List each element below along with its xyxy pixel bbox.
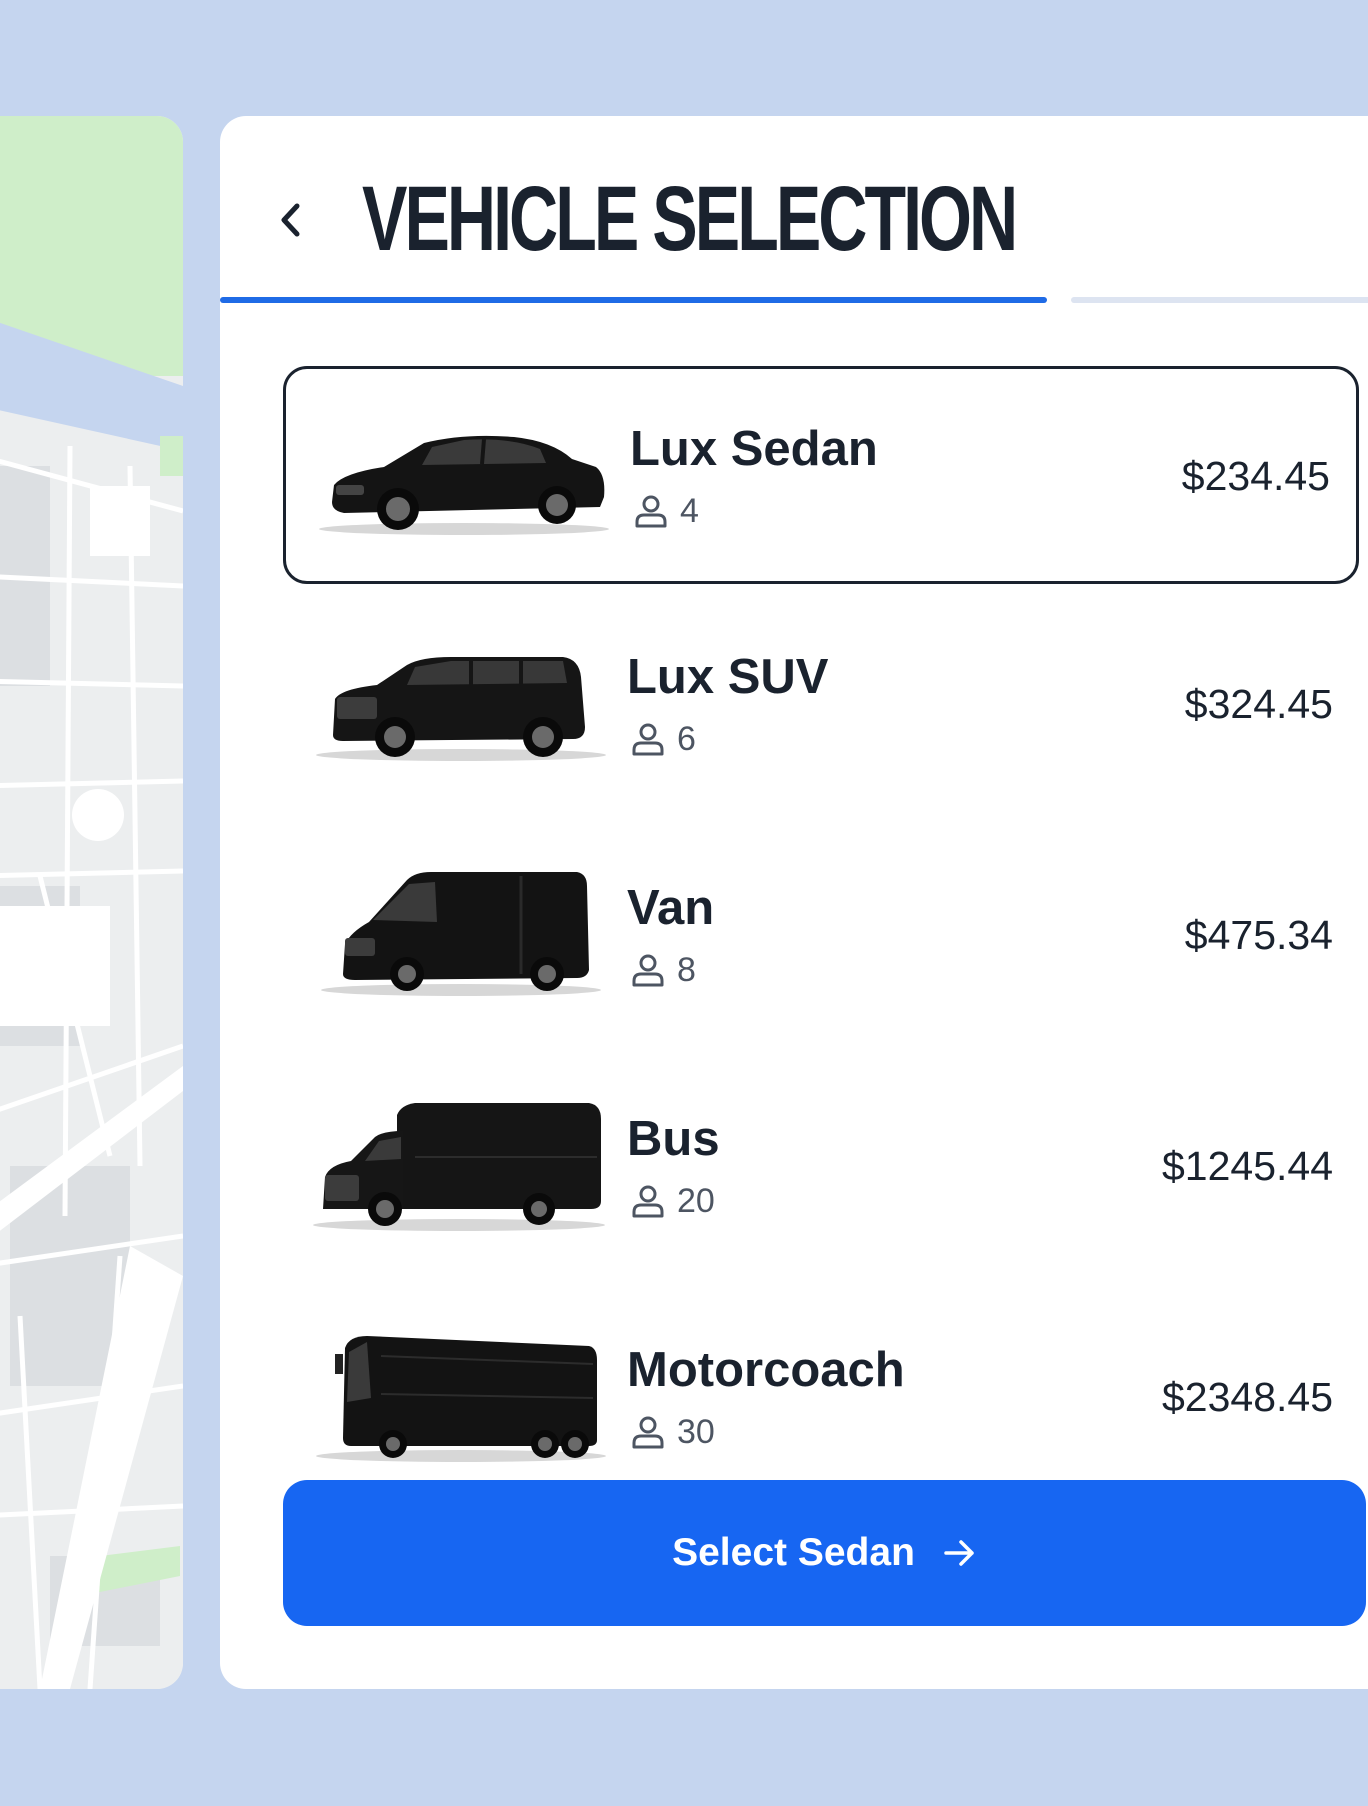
vehicle-price: $234.45 bbox=[1181, 453, 1330, 499]
motorcoach-image bbox=[316, 1336, 606, 1462]
vehicle-name: Van bbox=[627, 881, 715, 935]
progress-step-remaining bbox=[1071, 297, 1368, 303]
back-button[interactable] bbox=[270, 192, 310, 248]
passenger-capacity: 6 bbox=[631, 719, 696, 759]
page-title: VEHICLE SELECTION bbox=[362, 168, 1018, 270]
passenger-capacity: 4 bbox=[634, 491, 699, 531]
progress-step-active bbox=[220, 297, 1047, 303]
person-icon bbox=[632, 1185, 664, 1218]
chevron-left-icon bbox=[281, 203, 300, 237]
passenger-capacity: 30 bbox=[631, 1412, 715, 1452]
vehicle-name: Bus bbox=[627, 1112, 720, 1166]
capacity-count: 30 bbox=[677, 1412, 715, 1451]
app-background: VEHICLE SELECTION Lux Sedan 4 $234.45 Lu… bbox=[0, 0, 1368, 1806]
person-icon bbox=[632, 1416, 664, 1449]
capacity-count: 8 bbox=[677, 950, 696, 989]
person-icon bbox=[632, 723, 664, 756]
vehicle-name: Lux SUV bbox=[627, 650, 829, 704]
bus-image bbox=[313, 1103, 605, 1231]
header: VEHICLE SELECTION bbox=[220, 116, 1368, 306]
suv-image bbox=[316, 657, 606, 761]
capacity-count: 4 bbox=[680, 491, 699, 530]
vehicle-option-van[interactable]: Van 8 $475.34 bbox=[283, 828, 1359, 1046]
vehicle-option-lux-sedan[interactable]: Lux Sedan 4 $234.45 bbox=[283, 366, 1359, 584]
map-view[interactable] bbox=[0, 116, 183, 1689]
arrow-right-icon bbox=[944, 1540, 974, 1566]
passenger-capacity: 20 bbox=[631, 1181, 715, 1221]
vehicle-price: $475.34 bbox=[1184, 912, 1333, 958]
vehicle-option-motorcoach[interactable]: Motorcoach 30 $2348.45 bbox=[283, 1290, 1359, 1508]
capacity-count: 20 bbox=[677, 1181, 715, 1220]
select-button-label: Select Sedan bbox=[672, 1531, 915, 1574]
vehicle-name: Motorcoach bbox=[627, 1343, 905, 1397]
vehicle-option-bus[interactable]: Bus 20 $1245.44 bbox=[283, 1059, 1359, 1277]
person-icon bbox=[632, 954, 664, 987]
vehicle-price: $2348.45 bbox=[1161, 1374, 1333, 1420]
map-illustration bbox=[0, 116, 183, 1689]
select-vehicle-button[interactable]: Select Sedan bbox=[283, 1480, 1366, 1626]
vehicle-name: Lux Sedan bbox=[630, 422, 878, 476]
passenger-capacity: 8 bbox=[631, 950, 696, 990]
vehicle-price: $324.45 bbox=[1184, 681, 1333, 727]
vehicle-price: $1245.44 bbox=[1161, 1143, 1333, 1189]
vehicle-selection-sheet: VEHICLE SELECTION Lux Sedan 4 $234.45 Lu… bbox=[220, 116, 1368, 1689]
vehicle-option-lux-suv[interactable]: Lux SUV 6 $324.45 bbox=[283, 597, 1359, 815]
sedan-image bbox=[319, 435, 609, 535]
van-image bbox=[321, 872, 601, 996]
person-icon bbox=[635, 495, 667, 528]
capacity-count: 6 bbox=[677, 719, 696, 758]
